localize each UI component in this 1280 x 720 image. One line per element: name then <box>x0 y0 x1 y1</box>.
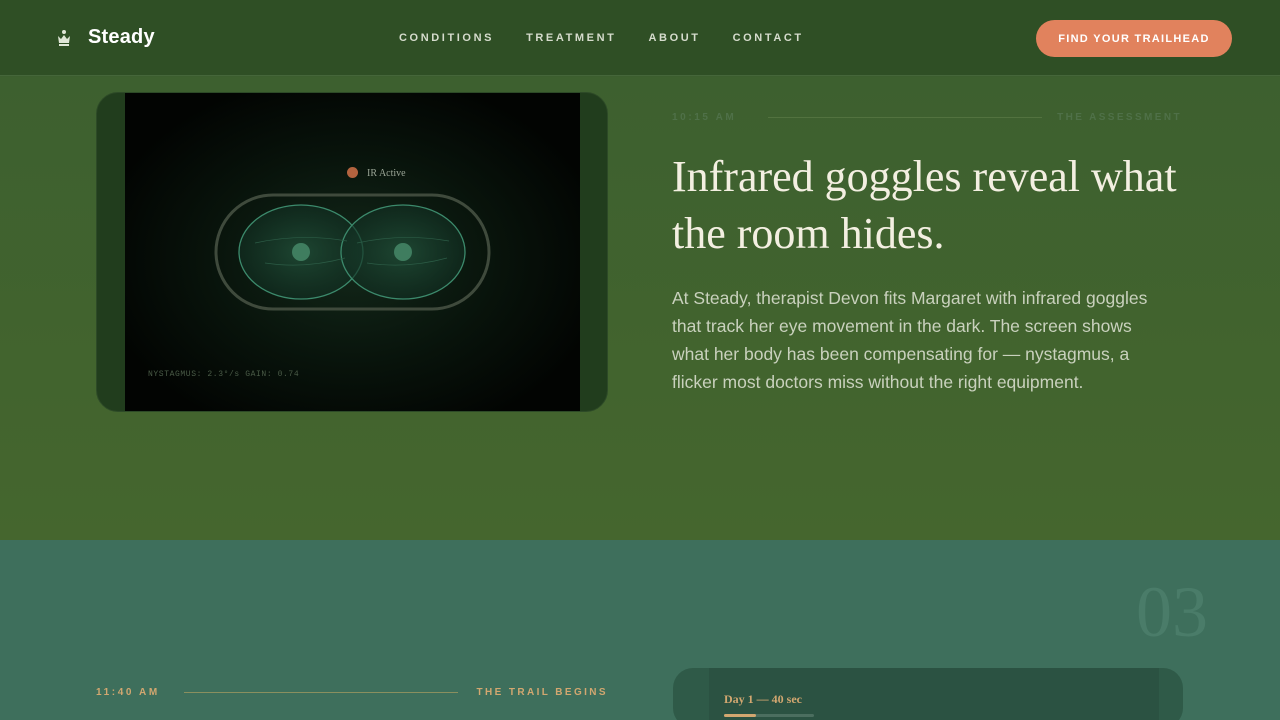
trail-card-label: Day 1 — 40 sec <box>724 692 802 706</box>
trail-progress-track <box>724 714 814 717</box>
chapter-number: 03 <box>1136 572 1208 652</box>
left-pupil <box>292 243 310 261</box>
trail-meta: 11:40 AM THE TRAIL BEGINS <box>96 687 608 699</box>
assessment-headline: Infrared goggles reveal what the room hi… <box>672 152 1177 258</box>
trail-time: 11:40 AM <box>96 687 160 698</box>
trail-card: Day 1 — 40 sec <box>673 668 1183 720</box>
site-header: Steady CONDITIONS TREATMENT ABOUT CONTAC… <box>0 0 1280 76</box>
goggle-screen-frame: IR Active NYSTAGMUS: 2.3°/s GAIN: 0.74 <box>96 92 608 412</box>
goggle-screen: IR Active NYSTAGMUS: 2.3°/s GAIN: 0.74 <box>125 93 580 411</box>
assessment-meta: 10:15 AM THE ASSESSMENT <box>672 112 1182 124</box>
assessment-body: At Steady, therapist Devon fits Margaret… <box>672 288 1148 392</box>
nav-link-treatment[interactable]: TREATMENT <box>526 32 616 44</box>
nav-link-conditions[interactable]: CONDITIONS <box>399 32 494 44</box>
ir-indicator-dot <box>347 167 358 178</box>
nav-link-about[interactable]: ABOUT <box>648 32 700 44</box>
trail-tag: THE TRAIL BEGINS <box>476 687 608 698</box>
trail-section: 03 11:40 AM THE TRAIL BEGINS Day 1 — 40 … <box>0 540 1280 720</box>
right-pupil <box>394 243 412 261</box>
find-trailhead-button[interactable]: FIND YOUR TRAILHEAD <box>1036 20 1232 57</box>
assessment-tag: THE ASSESSMENT <box>1057 112 1182 123</box>
trail-progress-fill <box>724 714 756 717</box>
crown-icon <box>58 29 70 46</box>
assessment-section: IR Active NYSTAGMUS: 2.3°/s GAIN: 0.74 1… <box>0 77 1280 540</box>
brand-logo[interactable]: Steady <box>54 26 155 49</box>
ir-active-label: IR Active <box>367 168 406 179</box>
assessment-time: 10:15 AM <box>672 112 737 123</box>
main-nav: CONDITIONS TREATMENT ABOUT CONTACT <box>399 32 836 44</box>
goggle-view-illustration <box>214 193 491 311</box>
nav-link-contact[interactable]: CONTACT <box>733 32 804 44</box>
brand-name: Steady <box>88 26 155 48</box>
nystagmus-readout: NYSTAGMUS: 2.3°/s GAIN: 0.74 <box>148 370 300 379</box>
meta-divider <box>768 117 1042 118</box>
meta-divider <box>184 692 458 693</box>
